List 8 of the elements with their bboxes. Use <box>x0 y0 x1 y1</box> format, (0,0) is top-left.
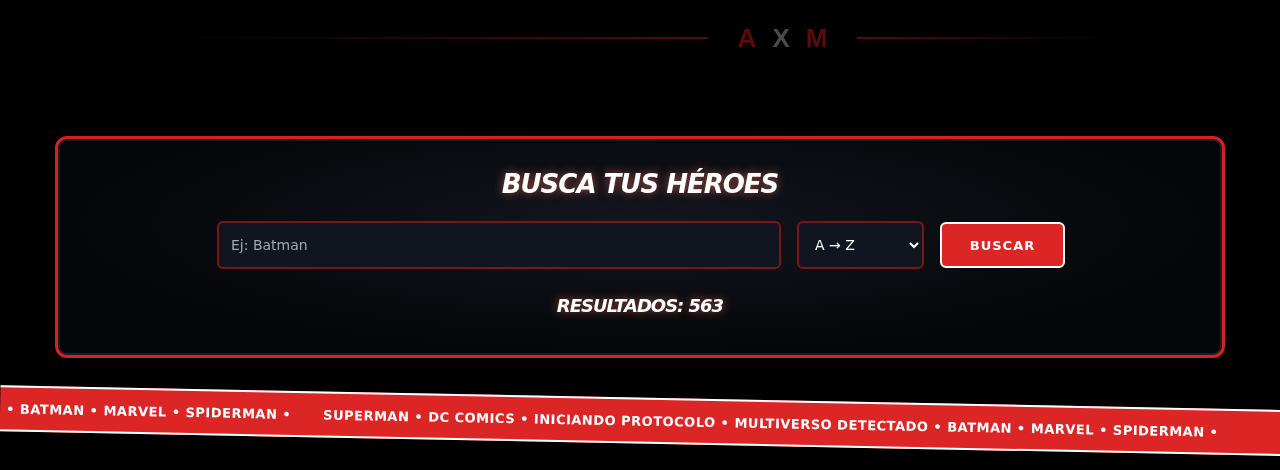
logo: A X M <box>737 22 828 54</box>
ticker-text: SUPERMAN • DC COMICS • INICIANDO PROTOCOLO • MULTIVERSO DETECTADO • BATMAN • MARVEL • SPIDERMAN • <box>323 407 1219 440</box>
search-title: BUSCA TUS HÉROES <box>501 169 779 199</box>
sort-dropdown[interactable]: A → Z <box>797 221 924 269</box>
search-field[interactable]: Ej: Batman <box>217 221 781 269</box>
results-count: RESULTADOS: 563 <box>556 295 724 316</box>
ticker-text: • BATMAN • MARVEL • SPIDERMAN • <box>6 400 292 422</box>
search-button[interactable]: BUSCAR <box>940 222 1065 268</box>
